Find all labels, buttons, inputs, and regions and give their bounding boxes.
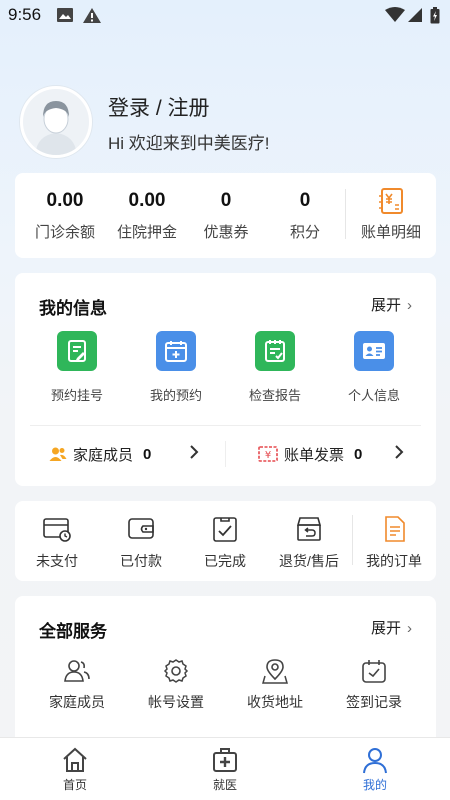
service-family-members-label: 家庭成员 [49, 694, 105, 710]
bill-icon [379, 188, 403, 214]
users-icon [64, 660, 90, 682]
paid-orders[interactable]: 已付款 [101, 515, 181, 571]
service-family-members[interactable]: 家庭成员 [32, 658, 122, 712]
my-appointments-label: 我的预约 [149, 388, 202, 403]
bill-invoice-link[interactable]: ¥ 账单发票 0 [258, 439, 362, 469]
nav-mine-label: 我的 [362, 778, 387, 792]
coupons-label: 优惠券 [203, 224, 249, 241]
coupons[interactable]: 0 优惠券 [185, 173, 267, 258]
expand-label: 展开 [370, 297, 401, 314]
svg-text:¥: ¥ [265, 450, 271, 461]
bill-detail-button[interactable]: 账单明细 [346, 173, 436, 258]
edit-document-icon [57, 331, 97, 371]
family-members-link[interactable]: 家庭成员 0 [49, 439, 151, 469]
divider [225, 441, 226, 467]
exam-report-item[interactable]: 检查报告 [230, 331, 320, 404]
completed-label: 已完成 [204, 553, 246, 569]
unpaid-orders[interactable]: 未支付 [17, 515, 97, 571]
chevron-right-icon: › [407, 620, 412, 637]
unpaid-label: 未支付 [36, 553, 78, 569]
points-value: 0 [299, 190, 311, 211]
service-checkin-records-label: 签到记录 [346, 694, 402, 710]
service-account-settings[interactable]: 帐号设置 [131, 658, 221, 712]
signal-icon [408, 8, 422, 22]
my-orders-label: 我的订单 [366, 553, 422, 569]
gear-icon [163, 659, 189, 683]
nav-medical-label: 就医 [212, 778, 237, 792]
order-list-icon [385, 516, 405, 542]
paid-label: 已付款 [120, 553, 162, 569]
service-shipping-address-label: 收货地址 [247, 694, 303, 710]
all-services-title: 全部服务 [39, 622, 107, 641]
id-card-icon [354, 331, 394, 371]
chevron-right-icon: › [407, 297, 412, 314]
bill-invoice-count: 0 [354, 445, 363, 463]
default-avatar-icon [23, 89, 89, 155]
refund-after-sales[interactable]: 退货/售后 [269, 515, 349, 571]
wallet-clock-icon [43, 518, 71, 542]
personal-info-item[interactable]: 个人信息 [329, 331, 419, 404]
my-appointments-item[interactable]: 我的预约 [131, 331, 221, 404]
balance-card: 0.00 门诊余额 0.00 住院押金 0 优惠券 0 积分 账单明细 [15, 173, 436, 258]
home-icon [63, 747, 87, 772]
coupons-value: 0 [220, 190, 232, 211]
inpatient-deposit-value: 0.00 [128, 190, 166, 211]
inpatient-deposit[interactable]: 0.00 住院押金 [97, 173, 197, 258]
invoice-icon: ¥ [258, 446, 278, 462]
medical-kit-icon [213, 748, 237, 772]
chevron-right-icon [189, 441, 199, 468]
return-box-icon [296, 517, 322, 541]
person-icon [363, 748, 387, 774]
my-info-card: 我的信息 展开 › 预约挂号 我的预约 检查报告 个人信息 家庭成员 0 ¥ 账… [15, 273, 436, 486]
nav-home-label: 首页 [62, 778, 87, 792]
family-members-count: 0 [143, 445, 152, 463]
service-shipping-address[interactable]: 收货地址 [230, 658, 320, 712]
appointment-register-item[interactable]: 预约挂号 [32, 331, 122, 404]
completed-orders[interactable]: 已完成 [185, 515, 265, 571]
all-services-card: 全部服务 展开 › 家庭成员 帐号设置 收货地址 签到记录 [15, 596, 436, 756]
divider [352, 515, 353, 565]
image-notification-icon [57, 8, 73, 22]
status-bar: 9:56 [0, 0, 450, 32]
wifi-icon [385, 7, 405, 22]
status-time: 9:56 [8, 5, 42, 24]
calendar-add-icon [156, 331, 196, 371]
expand-label: 展开 [370, 620, 401, 637]
nav-mine[interactable]: 我的 [335, 746, 415, 793]
chevron-right-icon [394, 441, 404, 468]
inpatient-deposit-label: 住院押金 [116, 224, 177, 241]
family-icon [49, 447, 67, 461]
orders-card: 未支付 已付款 已完成 退货/售后 我的订单 [15, 501, 436, 581]
bill-detail-label: 账单明细 [360, 224, 421, 241]
exam-report-label: 检查报告 [248, 388, 301, 403]
personal-info-label: 个人信息 [347, 388, 400, 403]
service-account-settings-label: 帐号设置 [148, 694, 204, 710]
login-register-link[interactable]: 登录 / 注册 [108, 92, 210, 122]
my-info-title: 我的信息 [39, 299, 107, 318]
refund-label: 退货/售后 [279, 553, 339, 569]
my-info-expand-button[interactable]: 展开 › [371, 294, 412, 315]
my-orders-button[interactable]: 我的订单 [354, 515, 434, 571]
calendar-check-icon [362, 660, 386, 683]
points[interactable]: 0 积分 [265, 173, 345, 258]
service-checkin-records[interactable]: 签到记录 [329, 658, 419, 712]
warning-icon [83, 8, 101, 23]
bottom-navigation: 首页 就医 我的 [0, 737, 450, 800]
nav-home[interactable]: 首页 [35, 746, 115, 793]
avatar[interactable] [20, 86, 92, 158]
all-services-expand-button[interactable]: 展开 › [371, 617, 412, 638]
report-check-icon [255, 331, 295, 371]
battery-icon [430, 7, 440, 24]
bill-invoice-label: 账单发票 [284, 446, 345, 464]
nav-medical[interactable]: 就医 [185, 746, 265, 793]
clipboard-check-icon [213, 517, 237, 542]
welcome-text: Hi 欢迎来到中美医疗! [108, 134, 270, 153]
appointment-register-label: 预约挂号 [50, 388, 103, 403]
wallet-icon [128, 518, 154, 539]
family-members-label: 家庭成员 [73, 446, 134, 464]
points-label: 积分 [289, 224, 320, 241]
map-pin-icon [262, 659, 288, 684]
divider [30, 425, 421, 426]
